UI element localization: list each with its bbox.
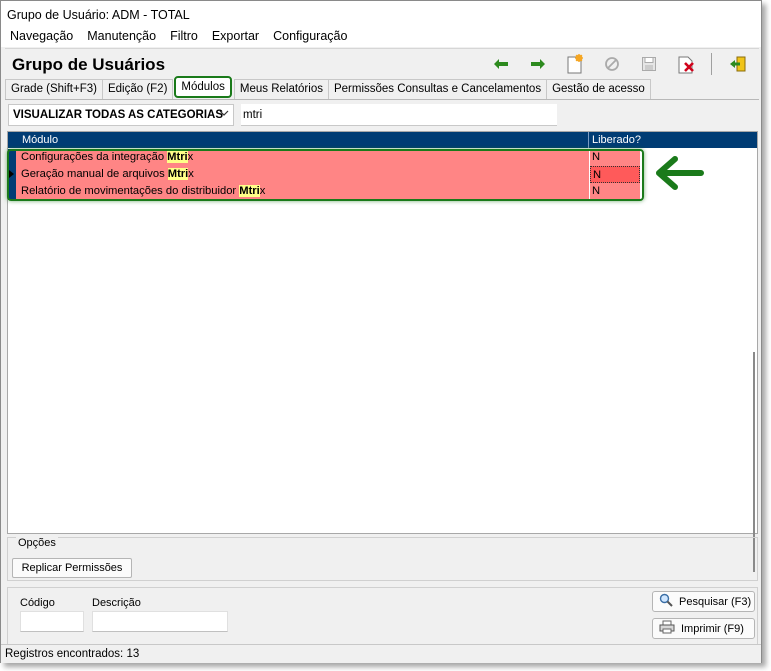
cancel-icon[interactable] xyxy=(601,53,623,75)
module-name-suffix: x xyxy=(187,151,194,163)
column-header-modulo[interactable]: Módulo xyxy=(22,134,58,146)
tab-grade[interactable]: Grade (Shift+F3) xyxy=(5,79,103,99)
tab-permissoes[interactable]: Permissões Consultas e Cancelamentos xyxy=(327,79,548,99)
menu-bar: Navegação Manutenção Filtro Exportar Con… xyxy=(1,28,761,47)
menu-configuracao[interactable]: Configuração xyxy=(266,28,354,47)
liberado-cell[interactable]: N xyxy=(590,166,640,183)
category-select[interactable]: VISUALIZAR TODAS AS CATEGORIAS xyxy=(8,104,234,126)
module-name-text: Configurações da integração xyxy=(21,151,168,163)
module-name-text: Geração manual de arquivos xyxy=(21,168,168,180)
arrow-left-icon[interactable] xyxy=(490,53,512,75)
window-title: Grupo de Usuário: ADM - TOTAL xyxy=(1,1,761,28)
row-indicator xyxy=(8,149,16,166)
column-header-liberado[interactable]: Liberado? xyxy=(592,134,641,146)
liberado-cell[interactable]: N xyxy=(590,183,640,200)
module-name-text: Relatório de movimentações do distribuid… xyxy=(21,185,240,197)
page-title: Grupo de Usuários xyxy=(12,55,166,74)
row-indicator xyxy=(8,183,16,200)
column-separator xyxy=(588,132,589,148)
liberado-cell[interactable]: N xyxy=(590,149,640,166)
save-icon[interactable] xyxy=(638,53,660,75)
codigo-label: Código xyxy=(20,597,55,609)
pesquisar-label: Pesquisar (F3) xyxy=(679,595,752,608)
chevron-down-icon xyxy=(219,108,229,121)
imprimir-button[interactable]: Imprimir (F9) xyxy=(652,618,755,639)
menu-manutencao[interactable]: Manutenção xyxy=(80,28,163,47)
tab-bar: Grade (Shift+F3) Edição (F2) Módulos Meu… xyxy=(5,76,759,100)
tab-meus-relatorios[interactable]: Meus Relatórios xyxy=(233,79,329,99)
delete-icon[interactable] xyxy=(675,53,697,75)
search-panel: Código Descrição Pesquisar (F3) Imprimir… xyxy=(7,587,758,644)
annotation-arrow-left-icon xyxy=(655,155,705,194)
options-panel: Opções Replicar Permissões xyxy=(7,537,758,581)
table-row[interactable]: Configurações da integração Mtrix N xyxy=(8,149,644,166)
descricao-label: Descrição xyxy=(92,597,141,609)
options-title: Opções xyxy=(16,537,58,549)
module-name-suffix: x xyxy=(259,185,266,197)
replicar-permissoes-button[interactable]: Replicar Permissões xyxy=(12,558,132,578)
tab-modulos[interactable]: Módulos xyxy=(174,76,232,98)
current-row-pointer-icon xyxy=(9,170,14,178)
category-select-value: VISUALIZAR TODAS AS CATEGORIAS xyxy=(13,109,223,121)
codigo-field[interactable] xyxy=(20,611,84,632)
search-input[interactable] xyxy=(241,104,557,126)
module-cell[interactable]: Configurações da integração Mtrix xyxy=(16,149,589,166)
search-match-highlight: Mtri xyxy=(167,151,188,163)
grid-header: Módulo Liberado? xyxy=(8,132,757,148)
modules-grid: Módulo Liberado? Configurações da integr… xyxy=(7,131,758,572)
pesquisar-button[interactable]: Pesquisar (F3) xyxy=(652,591,755,612)
search-match-highlight: Mtri xyxy=(239,185,260,197)
toolbar-separator xyxy=(711,53,712,75)
status-bar: Registros encontrados: 13 xyxy=(1,644,761,663)
new-document-icon[interactable] xyxy=(564,53,586,75)
main-window: Grupo de Usuário: ADM - TOTAL Navegação … xyxy=(0,0,762,663)
imprimir-label: Imprimir (F9) xyxy=(681,622,744,635)
toolbar xyxy=(475,53,749,75)
menu-filtro[interactable]: Filtro xyxy=(163,28,205,47)
menu-navegacao[interactable]: Navegação xyxy=(3,28,80,47)
module-cell[interactable]: Geração manual de arquivos Mtrix xyxy=(16,166,589,183)
descricao-field[interactable] xyxy=(92,611,228,632)
table-row[interactable]: Geração manual de arquivos Mtrix N xyxy=(8,166,644,183)
row-indicator xyxy=(8,166,16,183)
tab-gestao-acesso[interactable]: Gestão de acesso xyxy=(546,79,651,99)
filter-bar: VISUALIZAR TODAS AS CATEGORIAS xyxy=(8,104,758,126)
printer-icon xyxy=(659,620,675,637)
module-cell[interactable]: Relatório de movimentações do distribuid… xyxy=(16,183,589,200)
search-match-highlight: Mtri xyxy=(167,168,189,180)
magnifier-icon xyxy=(659,593,673,610)
tab-edicao[interactable]: Edição (F2) xyxy=(101,79,174,99)
exit-icon[interactable] xyxy=(727,53,749,75)
module-name-suffix: x xyxy=(188,168,194,180)
grid-rows: Configurações da integração Mtrix N Gera… xyxy=(8,149,644,200)
page-header: Grupo de Usuários xyxy=(5,48,759,78)
table-row[interactable]: Relatório de movimentações do distribuid… xyxy=(8,183,644,200)
menu-exportar[interactable]: Exportar xyxy=(205,28,266,47)
arrow-right-icon[interactable] xyxy=(527,53,549,75)
